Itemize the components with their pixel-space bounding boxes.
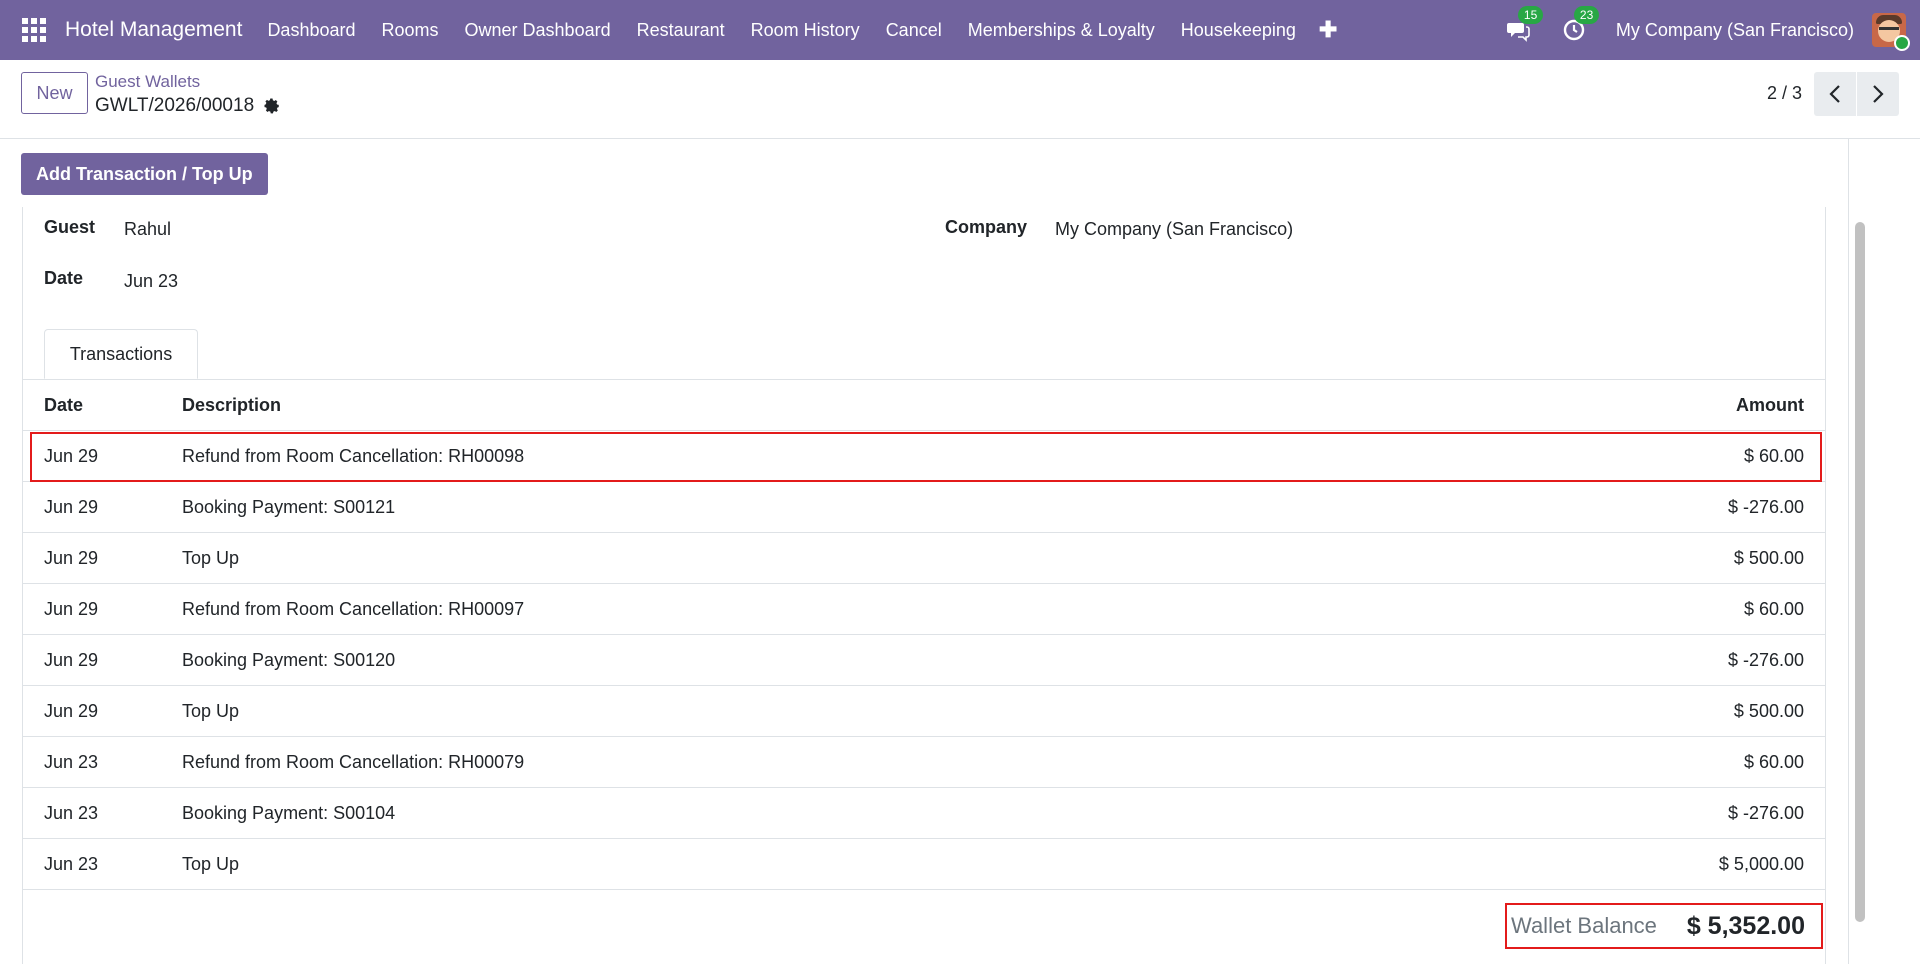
cell-description: Top Up bbox=[182, 685, 1437, 737]
new-button[interactable]: New bbox=[21, 72, 88, 114]
cell-date: Jun 23 bbox=[23, 736, 182, 788]
top-navbar: Hotel Management Dashboard Rooms Owner D… bbox=[0, 0, 1920, 60]
main-menu: Dashboard Rooms Owner Dashboard Restaura… bbox=[254, 17, 1337, 43]
table-row[interactable]: Jun 29 Refund from Room Cancellation: RH0… bbox=[23, 583, 1825, 635]
company-field[interactable]: My Company (San Francisco) bbox=[1055, 219, 1293, 240]
plus-icon[interactable]: ✚ bbox=[1319, 17, 1337, 43]
cell-date: Jun 23 bbox=[23, 787, 182, 839]
cell-description: Booking Payment: S00121 bbox=[182, 481, 1437, 533]
table-row[interactable]: Jun 29 Top Up $ 500.00 bbox=[23, 685, 1825, 737]
cell-description: Refund from Room Cancellation: RH00097 bbox=[182, 583, 1437, 635]
cell-amount: $ -276.00 bbox=[1436, 634, 1825, 686]
pager-previous-button[interactable] bbox=[1814, 72, 1856, 116]
cell-description: Top Up bbox=[182, 838, 1437, 890]
user-avatar[interactable] bbox=[1872, 13, 1910, 51]
scrollbar-thumb[interactable] bbox=[1855, 222, 1865, 922]
gear-icon[interactable] bbox=[263, 97, 281, 115]
pager-value: 2 / 3 bbox=[1766, 83, 1802, 103]
table-row[interactable]: Jun 29 Booking Payment: S00121 $ -276.00 bbox=[23, 481, 1825, 533]
cell-amount: $ 500.00 bbox=[1436, 685, 1825, 737]
cell-amount: $ 5,000.00 bbox=[1436, 838, 1825, 890]
table-row[interactable]: Jun 23 Top Up $ 5,000.00 bbox=[23, 838, 1825, 890]
cell-date: Jun 29 bbox=[23, 583, 182, 635]
date-label: Date bbox=[44, 268, 84, 288]
cell-description: Booking Payment: S00120 bbox=[182, 634, 1437, 686]
cell-amount: $ 60.00 bbox=[1436, 430, 1825, 482]
table-row[interactable]: Jun 29 Top Up $ 500.00 bbox=[23, 532, 1825, 584]
tab-transactions[interactable]: Transactions bbox=[44, 329, 198, 379]
menu-item-cancel[interactable]: Cancel bbox=[873, 20, 955, 41]
cell-description: Refund from Room Cancellation: RH00079 bbox=[182, 736, 1437, 788]
pager-next-button[interactable] bbox=[1857, 72, 1899, 116]
table-header-row: Date Description Amount bbox=[23, 380, 1825, 431]
guest-label: Guest bbox=[44, 217, 96, 237]
menu-item-owner-dashboard[interactable]: Owner Dashboard bbox=[452, 20, 624, 41]
company-label: Company bbox=[945, 217, 1028, 237]
table-row[interactable]: Jun 29 Booking Payment: S00120 $ -276.00 bbox=[23, 634, 1825, 686]
chevron-left-icon bbox=[1829, 85, 1840, 103]
messages-button[interactable]: 15 bbox=[1504, 6, 1544, 44]
cell-description: Refund from Room Cancellation: RH00098 bbox=[182, 430, 1437, 482]
form-sheet: Guest Rahul Date Jun 23 Company My Compa… bbox=[22, 207, 1826, 964]
app-grid-icon[interactable] bbox=[22, 18, 46, 42]
cell-date: Jun 29 bbox=[23, 634, 182, 686]
cell-date: Jun 29 bbox=[23, 481, 182, 533]
wallet-balance-value: $ 5,352.00 bbox=[1686, 911, 1805, 940]
messages-count-badge: 15 bbox=[1517, 6, 1544, 24]
table-row[interactable]: Jun 23 Booking Payment: S00104 $ -276.00 bbox=[23, 787, 1825, 839]
app-title[interactable]: Hotel Management bbox=[65, 18, 242, 42]
cell-amount: $ 500.00 bbox=[1436, 532, 1825, 584]
record-name: GWLT/2026/00018 bbox=[95, 95, 255, 116]
cell-amount: $ -276.00 bbox=[1436, 481, 1825, 533]
transactions-table: Date Description Amount Jun 29 Refund fro… bbox=[23, 380, 1825, 890]
menu-item-housekeeping[interactable]: Housekeeping bbox=[1168, 20, 1309, 41]
control-panel: New Guest Wallets GWLT/2026/00018 2 / 3 bbox=[0, 60, 1920, 139]
table-row[interactable]: Jun 29 Refund from Room Cancellation: RH0… bbox=[23, 430, 1825, 482]
menu-item-restaurant[interactable]: Restaurant bbox=[624, 20, 738, 41]
cell-description: Top Up bbox=[182, 532, 1437, 584]
column-header-description[interactable]: Description bbox=[182, 380, 1437, 431]
menu-item-room-history[interactable]: Room History bbox=[738, 20, 873, 41]
notebook-tabs: Transactions bbox=[23, 329, 1825, 380]
menu-item-rooms[interactable]: Rooms bbox=[369, 20, 452, 41]
wallet-balance-box: Wallet Balance $ 5,352.00 bbox=[1505, 903, 1823, 949]
activities-count-badge: 23 bbox=[1573, 6, 1600, 24]
activities-button[interactable]: 23 bbox=[1560, 6, 1600, 44]
table-row[interactable]: Jun 23 Refund from Room Cancellation: RH0… bbox=[23, 736, 1825, 788]
menu-item-memberships-loyalty[interactable]: Memberships & Loyalty bbox=[955, 20, 1168, 41]
chevron-right-icon bbox=[1873, 85, 1884, 103]
cell-amount: $ -276.00 bbox=[1436, 787, 1825, 839]
cell-date: Jun 29 bbox=[23, 532, 182, 584]
cell-amount: $ 60.00 bbox=[1436, 583, 1825, 635]
navbar-systray: 15 23 My Company (San Francisco) bbox=[1504, 0, 1920, 60]
add-transaction-button[interactable]: Add Transaction / Top Up bbox=[21, 153, 268, 195]
guest-field[interactable]: Rahul bbox=[124, 219, 171, 240]
online-status-icon bbox=[1894, 35, 1910, 51]
record-title: GWLT/2026/00018 bbox=[95, 95, 281, 117]
cell-date: Jun 29 bbox=[23, 430, 182, 482]
cell-date: Jun 23 bbox=[23, 838, 182, 890]
column-header-amount[interactable]: Amount bbox=[1436, 380, 1825, 431]
cell-description: Booking Payment: S00104 bbox=[182, 787, 1437, 839]
wallet-balance-label: Wallet Balance bbox=[1511, 913, 1657, 938]
company-switcher[interactable]: My Company (San Francisco) bbox=[1616, 20, 1854, 41]
date-field[interactable]: Jun 23 bbox=[124, 271, 178, 292]
breadcrumb-guest-wallets[interactable]: Guest Wallets bbox=[95, 72, 200, 92]
menu-item-dashboard[interactable]: Dashboard bbox=[254, 20, 368, 41]
cell-date: Jun 29 bbox=[23, 685, 182, 737]
column-header-date[interactable]: Date bbox=[23, 380, 182, 431]
cell-amount: $ 60.00 bbox=[1436, 736, 1825, 788]
